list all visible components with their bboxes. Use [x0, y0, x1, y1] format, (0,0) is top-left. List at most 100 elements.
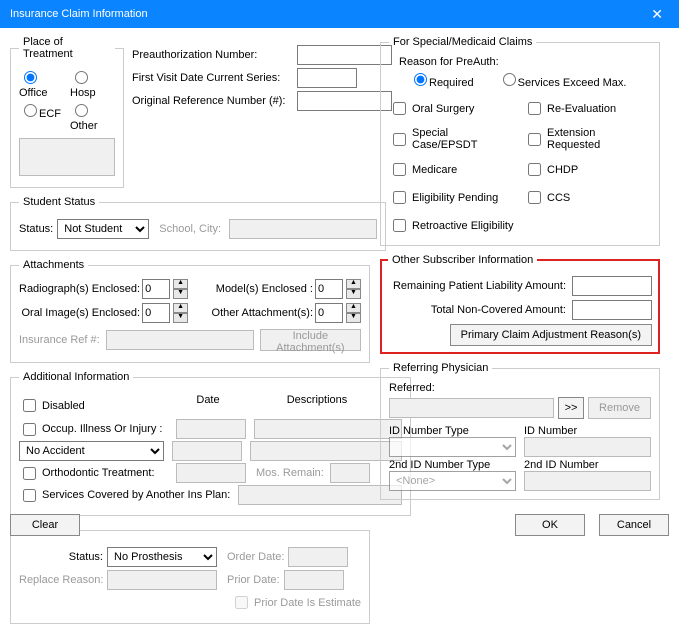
retro-elig-check[interactable]: Retroactive Eligibility	[389, 216, 516, 235]
id-num-input	[524, 437, 651, 457]
oral-images-up[interactable]: ▲	[173, 303, 188, 313]
place-office-radio[interactable]	[24, 71, 37, 84]
referred-input	[389, 398, 554, 418]
radiograph-down[interactable]: ▼	[173, 289, 188, 299]
osi-noncovered-label: Total Non-Covered Amount:	[388, 304, 566, 316]
additional-info-group: Additional Information Disabled Date Des…	[10, 371, 411, 516]
primary-claim-adjustment-button[interactable]: Primary Claim Adjustment Reason(s)	[450, 324, 652, 346]
models-up[interactable]: ▲	[346, 279, 361, 289]
place-other[interactable]: Other	[70, 101, 115, 132]
other-down[interactable]: ▼	[346, 313, 361, 323]
ccs-check[interactable]: CCS	[524, 188, 651, 207]
occ-label: Occup. Illness Or Injury :	[42, 423, 172, 435]
ortho-check[interactable]	[23, 467, 36, 480]
reason-required[interactable]: Required	[409, 70, 474, 89]
refphys-legend: Referring Physician	[389, 362, 492, 374]
osi-remaining-input[interactable]	[572, 276, 652, 296]
radiograph-input[interactable]	[142, 279, 170, 299]
oral-images-label: Oral Image(s) Enclosed:	[19, 307, 140, 319]
place-hosp-radio[interactable]	[75, 71, 88, 84]
preauth-number-input[interactable]	[297, 45, 392, 65]
titlebar: Insurance Claim Information ✕	[0, 0, 679, 28]
referred-browse-button[interactable]: >>	[558, 397, 584, 419]
accident-select[interactable]: No Accident	[19, 441, 164, 461]
include-attachments-button: Include Attachment(s)	[260, 329, 361, 351]
other-attach-label: Other Attachment(s):	[198, 307, 313, 319]
place-legend: Place of Treatment	[19, 36, 115, 60]
id2-type-label: 2nd ID Number Type	[389, 459, 516, 471]
attachments-legend: Attachments	[19, 259, 88, 271]
referring-physician-group: Referring Physician Referred: >> Remove …	[380, 362, 660, 500]
osi-legend: Other Subscriber Information	[388, 254, 537, 266]
clear-button[interactable]: Clear	[10, 514, 80, 536]
oral-surgery-check[interactable]: Oral Surgery	[389, 99, 516, 118]
prior-estimate-check	[235, 596, 248, 609]
place-hosp[interactable]: Hosp	[70, 68, 115, 99]
oral-images-down[interactable]: ▼	[173, 313, 188, 323]
cancel-button[interactable]: Cancel	[599, 514, 669, 536]
prosthesis-status-select[interactable]: No Prosthesis	[107, 547, 217, 567]
osi-noncovered-input[interactable]	[572, 300, 652, 320]
preauth-number-label: Preauthorization Number:	[132, 49, 297, 61]
orig-ref-input[interactable]	[297, 91, 392, 111]
re-eval-check[interactable]: Re-Evaluation	[524, 99, 651, 118]
date-header: Date	[163, 394, 253, 417]
models-input[interactable]	[315, 279, 343, 299]
place-other-radio[interactable]	[75, 104, 88, 117]
ok-button[interactable]: OK	[515, 514, 585, 536]
reason-exceed-radio[interactable]	[503, 73, 516, 86]
place-ecf[interactable]: ECF	[19, 101, 64, 132]
reason-preauth-label: Reason for PreAuth:	[399, 56, 651, 68]
prior-date-input	[284, 570, 344, 590]
mos-remain-label: Mos. Remain:	[256, 467, 324, 479]
desc-header: Descriptions	[257, 394, 377, 417]
occ-check[interactable]	[23, 423, 36, 436]
medicare-check[interactable]: Medicare	[389, 160, 516, 179]
prior-date-label: Prior Date:	[227, 574, 280, 586]
other-up[interactable]: ▲	[346, 303, 361, 313]
place-of-treatment-group: Place of Treatment Office Hosp ECF Other	[10, 36, 124, 188]
id2-num-label: 2nd ID Number	[524, 459, 651, 471]
services-covered-input	[238, 485, 402, 505]
radiograph-up[interactable]: ▲	[173, 279, 188, 289]
order-date-input	[288, 547, 348, 567]
referred-label: Referred:	[389, 382, 651, 394]
prior-estimate-label: Prior Date Is Estimate	[254, 597, 361, 609]
first-visit-input[interactable]	[297, 68, 357, 88]
school-label: School, City:	[159, 223, 221, 235]
other-subscriber-group: Other Subscriber Information Remaining P…	[380, 254, 660, 354]
disabled-check[interactable]	[23, 399, 36, 412]
osi-remaining-label: Remaining Patient Liability Amount:	[388, 280, 566, 292]
id-type-select	[389, 437, 516, 457]
replace-reason-label: Replace Reason:	[19, 574, 103, 586]
place-detail-box	[19, 138, 115, 176]
other-attach-input[interactable]	[315, 303, 343, 323]
ortho-date-input	[176, 463, 246, 483]
models-down[interactable]: ▼	[346, 289, 361, 299]
services-covered-label: Services Covered by Another Ins Plan:	[42, 489, 230, 501]
place-ecf-radio[interactable]	[24, 104, 37, 117]
chdp-check[interactable]: CHDP	[524, 160, 651, 179]
medicaid-group: For Special/Medicaid Claims Reason for P…	[380, 36, 660, 246]
id2-num-input	[524, 471, 651, 491]
additional-legend: Additional Information	[19, 371, 133, 383]
services-covered-check[interactable]	[23, 489, 36, 502]
place-office[interactable]: Office	[19, 68, 64, 99]
special-case-check[interactable]: Special Case/EPSDT	[389, 127, 516, 151]
occ-date-input	[176, 419, 246, 439]
ext-req-check[interactable]: Extension Requested	[524, 127, 651, 151]
oral-images-input[interactable]	[142, 303, 170, 323]
ins-ref-label: Insurance Ref #:	[19, 334, 100, 346]
reason-exceed[interactable]: Services Exceed Max.	[498, 70, 627, 89]
models-label: Model(s) Enclosed :	[198, 283, 313, 295]
student-status-select[interactable]: Not Student	[57, 219, 149, 239]
id-type-label: ID Number Type	[389, 425, 516, 437]
medicaid-legend: For Special/Medicaid Claims	[389, 36, 536, 48]
reason-required-radio[interactable]	[414, 73, 427, 86]
id2-type-select: <None>	[389, 471, 516, 491]
orig-ref-label: Original Reference Number (#):	[132, 95, 297, 107]
close-icon[interactable]: ✕	[643, 6, 671, 23]
referred-remove-button: Remove	[588, 397, 651, 419]
elig-pending-check[interactable]: Eligibility Pending	[389, 188, 516, 207]
accident-date-input	[172, 441, 242, 461]
